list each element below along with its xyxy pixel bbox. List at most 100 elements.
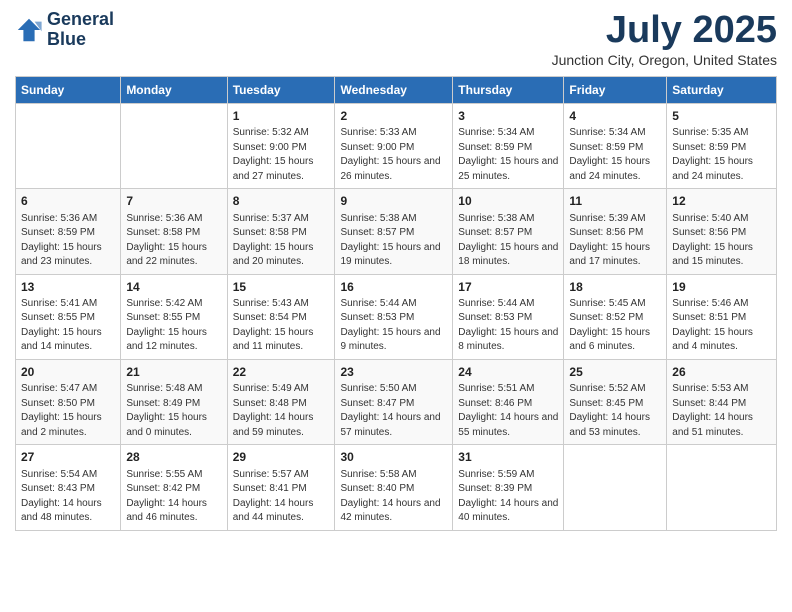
cell-content: Sunrise: 5:37 AM Sunset: 8:58 PM Dayligh…	[233, 212, 330, 270]
day-number: 20	[21, 364, 115, 381]
calendar-table: SundayMondayTuesdayWednesdayThursdayFrid…	[15, 76, 777, 531]
day-number: 27	[21, 449, 115, 466]
weekday-header: Sunday	[16, 76, 121, 103]
cell-content: Sunrise: 5:47 AM Sunset: 8:50 PM Dayligh…	[21, 382, 115, 440]
calendar-cell: 16Sunrise: 5:44 AM Sunset: 8:53 PM Dayli…	[335, 274, 453, 359]
calendar-cell: 6 Sunrise: 5:36 AM Sunset: 8:59 PM Daylig…	[16, 189, 121, 274]
day-number: 14	[126, 279, 221, 296]
day-number: 23	[340, 364, 447, 381]
cell-content: Sunrise: 5:49 AM Sunset: 8:48 PM Dayligh…	[233, 382, 330, 440]
cell-content: Sunrise: 5:54 AM Sunset: 8:43 PM Dayligh…	[21, 468, 115, 526]
day-number: 24	[458, 364, 558, 381]
cell-content: Sunrise: 5:39 AM Sunset: 8:56 PM Dayligh…	[569, 212, 661, 270]
day-number: 29	[233, 449, 330, 466]
calendar-cell: 27 Sunrise: 5:54 AM Sunset: 8:43 PM Dayli…	[16, 445, 121, 530]
cell-content: Sunrise: 5:43 AM Sunset: 8:54 PM Dayligh…	[233, 297, 330, 355]
calendar-cell: 2Sunrise: 5:33 AM Sunset: 9:00 PM Daylig…	[335, 103, 453, 188]
calendar-cell: 10 Sunrise: 5:38 AM Sunset: 8:57 PM Dayli…	[453, 189, 564, 274]
cell-content: Sunrise: 5:55 AM Sunset: 8:42 PM Dayligh…	[126, 468, 221, 526]
cell-content: Sunrise: 5:32 AM Sunset: 9:00 PM Dayligh…	[233, 126, 330, 184]
calendar-cell: 15Sunrise: 5:43 AM Sunset: 8:54 PM Dayli…	[227, 274, 335, 359]
calendar-cell: 5Sunrise: 5:35 AM Sunset: 8:59 PM Daylig…	[667, 103, 777, 188]
logo-text: General Blue	[47, 10, 114, 50]
cell-content: Sunrise: 5:38 AM Sunset: 8:57 PM Dayligh…	[340, 212, 447, 270]
cell-content: Sunrise: 5:34 AM Sunset: 8:59 PM Dayligh…	[458, 126, 558, 184]
calendar-week-row: 20Sunrise: 5:47 AM Sunset: 8:50 PM Dayli…	[16, 359, 777, 444]
calendar-week-row: 27 Sunrise: 5:54 AM Sunset: 8:43 PM Dayli…	[16, 445, 777, 530]
page-header: General Blue July 2025 Junction City, Or…	[15, 10, 777, 68]
calendar-cell	[667, 445, 777, 530]
day-number: 21	[126, 364, 221, 381]
cell-content: Sunrise: 5:44 AM Sunset: 8:53 PM Dayligh…	[340, 297, 447, 355]
day-number: 10	[458, 193, 558, 210]
day-number: 8	[233, 193, 330, 210]
day-number: 15	[233, 279, 330, 296]
weekday-header: Tuesday	[227, 76, 335, 103]
weekday-header: Thursday	[453, 76, 564, 103]
cell-content: Sunrise: 5:46 AM Sunset: 8:51 PM Dayligh…	[672, 297, 771, 355]
cell-content: Sunrise: 5:36 AM Sunset: 8:59 PM Dayligh…	[21, 212, 115, 270]
day-number: 7	[126, 193, 221, 210]
calendar-cell: 18Sunrise: 5:45 AM Sunset: 8:52 PM Dayli…	[564, 274, 667, 359]
calendar-week-row: 6 Sunrise: 5:36 AM Sunset: 8:59 PM Daylig…	[16, 189, 777, 274]
calendar-cell: 1Sunrise: 5:32 AM Sunset: 9:00 PM Daylig…	[227, 103, 335, 188]
day-number: 2	[340, 108, 447, 125]
day-number: 22	[233, 364, 330, 381]
calendar-cell	[121, 103, 227, 188]
logo: General Blue	[15, 10, 114, 50]
day-number: 9	[340, 193, 447, 210]
calendar-cell: 19Sunrise: 5:46 AM Sunset: 8:51 PM Dayli…	[667, 274, 777, 359]
day-number: 17	[458, 279, 558, 296]
weekday-header: Monday	[121, 76, 227, 103]
day-number: 28	[126, 449, 221, 466]
calendar-cell: 17Sunrise: 5:44 AM Sunset: 8:53 PM Dayli…	[453, 274, 564, 359]
day-number: 25	[569, 364, 661, 381]
weekday-header: Wednesday	[335, 76, 453, 103]
cell-content: Sunrise: 5:57 AM Sunset: 8:41 PM Dayligh…	[233, 468, 330, 526]
calendar-cell: 4Sunrise: 5:34 AM Sunset: 8:59 PM Daylig…	[564, 103, 667, 188]
cell-content: Sunrise: 5:41 AM Sunset: 8:55 PM Dayligh…	[21, 297, 115, 355]
cell-content: Sunrise: 5:40 AM Sunset: 8:56 PM Dayligh…	[672, 212, 771, 270]
cell-content: Sunrise: 5:48 AM Sunset: 8:49 PM Dayligh…	[126, 382, 221, 440]
calendar-cell: 9 Sunrise: 5:38 AM Sunset: 8:57 PM Daylig…	[335, 189, 453, 274]
calendar-cell: 14Sunrise: 5:42 AM Sunset: 8:55 PM Dayli…	[121, 274, 227, 359]
day-number: 6	[21, 193, 115, 210]
calendar-cell: 26Sunrise: 5:53 AM Sunset: 8:44 PM Dayli…	[667, 359, 777, 444]
calendar-week-row: 1Sunrise: 5:32 AM Sunset: 9:00 PM Daylig…	[16, 103, 777, 188]
day-number: 11	[569, 193, 661, 210]
weekday-header: Friday	[564, 76, 667, 103]
calendar-cell: 3Sunrise: 5:34 AM Sunset: 8:59 PM Daylig…	[453, 103, 564, 188]
calendar-cell: 22Sunrise: 5:49 AM Sunset: 8:48 PM Dayli…	[227, 359, 335, 444]
calendar-week-row: 13Sunrise: 5:41 AM Sunset: 8:55 PM Dayli…	[16, 274, 777, 359]
cell-content: Sunrise: 5:59 AM Sunset: 8:39 PM Dayligh…	[458, 468, 558, 526]
day-number: 19	[672, 279, 771, 296]
calendar-cell: 8 Sunrise: 5:37 AM Sunset: 8:58 PM Daylig…	[227, 189, 335, 274]
calendar-cell: 11 Sunrise: 5:39 AM Sunset: 8:56 PM Dayli…	[564, 189, 667, 274]
cell-content: Sunrise: 5:51 AM Sunset: 8:46 PM Dayligh…	[458, 382, 558, 440]
day-number: 31	[458, 449, 558, 466]
calendar-cell: 12Sunrise: 5:40 AM Sunset: 8:56 PM Dayli…	[667, 189, 777, 274]
cell-content: Sunrise: 5:38 AM Sunset: 8:57 PM Dayligh…	[458, 212, 558, 270]
day-number: 13	[21, 279, 115, 296]
cell-content: Sunrise: 5:53 AM Sunset: 8:44 PM Dayligh…	[672, 382, 771, 440]
calendar-cell: 28 Sunrise: 5:55 AM Sunset: 8:42 PM Dayli…	[121, 445, 227, 530]
cell-content: Sunrise: 5:44 AM Sunset: 8:53 PM Dayligh…	[458, 297, 558, 355]
day-number: 16	[340, 279, 447, 296]
cell-content: Sunrise: 5:33 AM Sunset: 9:00 PM Dayligh…	[340, 126, 447, 184]
day-number: 30	[340, 449, 447, 466]
calendar-cell: 21Sunrise: 5:48 AM Sunset: 8:49 PM Dayli…	[121, 359, 227, 444]
cell-content: Sunrise: 5:45 AM Sunset: 8:52 PM Dayligh…	[569, 297, 661, 355]
day-number: 1	[233, 108, 330, 125]
day-number: 5	[672, 108, 771, 125]
calendar-cell: 30Sunrise: 5:58 AM Sunset: 8:40 PM Dayli…	[335, 445, 453, 530]
calendar-cell: 13Sunrise: 5:41 AM Sunset: 8:55 PM Dayli…	[16, 274, 121, 359]
day-number: 3	[458, 108, 558, 125]
calendar-cell: 24Sunrise: 5:51 AM Sunset: 8:46 PM Dayli…	[453, 359, 564, 444]
month-title: July 2025	[552, 10, 777, 52]
calendar-cell: 20Sunrise: 5:47 AM Sunset: 8:50 PM Dayli…	[16, 359, 121, 444]
title-block: July 2025 Junction City, Oregon, United …	[552, 10, 777, 68]
cell-content: Sunrise: 5:35 AM Sunset: 8:59 PM Dayligh…	[672, 126, 771, 184]
cell-content: Sunrise: 5:42 AM Sunset: 8:55 PM Dayligh…	[126, 297, 221, 355]
calendar-cell: 31 Sunrise: 5:59 AM Sunset: 8:39 PM Dayli…	[453, 445, 564, 530]
calendar-cell: 25Sunrise: 5:52 AM Sunset: 8:45 PM Dayli…	[564, 359, 667, 444]
